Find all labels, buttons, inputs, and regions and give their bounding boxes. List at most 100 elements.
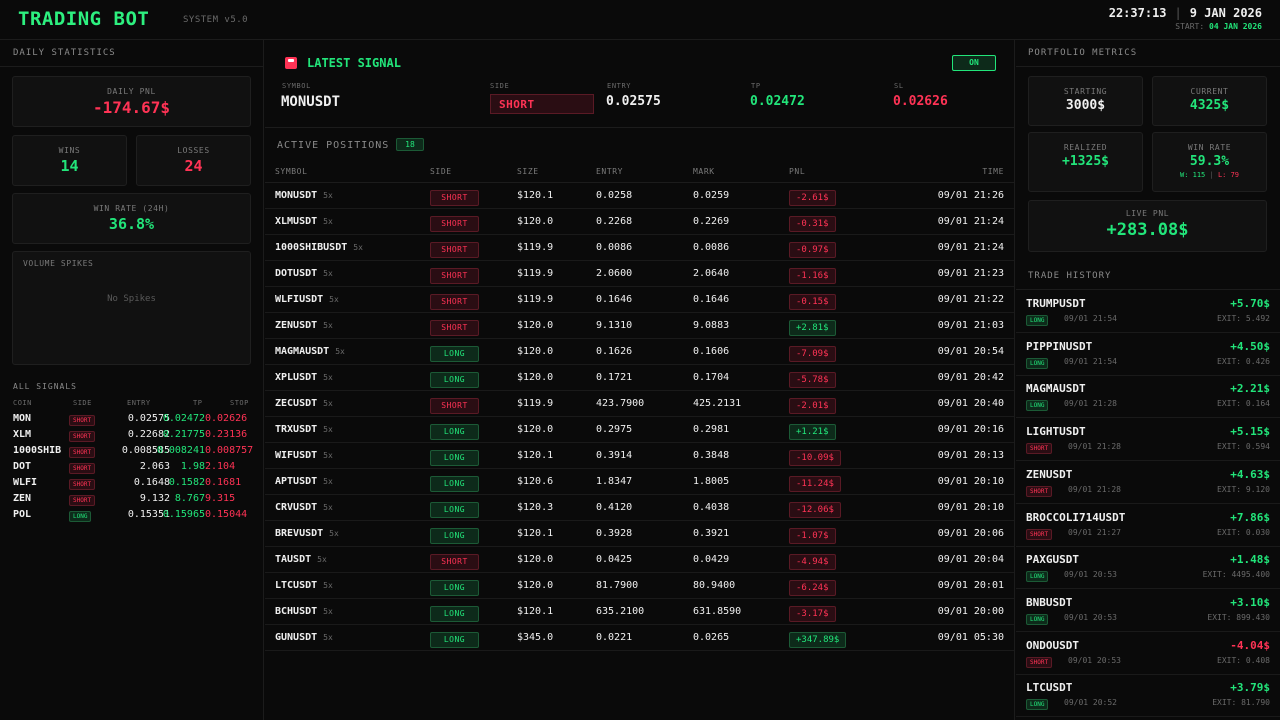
position-entry: 0.0221 xyxy=(596,632,633,643)
position-row[interactable]: XLMUSDT 5x SHORT $120.0 0.2268 0.2269 -0.31$ 09… xyxy=(265,209,1014,235)
position-symbol-text: WIFUSDT xyxy=(275,450,318,461)
trade-symbol: ZENUSDT xyxy=(1026,467,1073,481)
signal-row[interactable]: MON SHORT 0.02575 0.02472 0.02626 xyxy=(13,413,253,429)
position-time: 09/01 21:24 xyxy=(937,216,1004,227)
position-time: 09/01 05:30 xyxy=(937,632,1004,643)
signal-entry: 0.1648 xyxy=(133,477,170,488)
trade-history-row[interactable]: ONDOUSDT -4.04$ SHORT 09/01 20:53 EXIT: 0.40… xyxy=(1016,632,1280,675)
active-positions-title: ACTIVE POSITIONS xyxy=(277,140,390,151)
position-size: $120.0 xyxy=(517,554,554,565)
signal-side-badge: SHORT xyxy=(69,447,96,458)
position-row[interactable]: ZENUSDT 5x SHORT $120.0 9.1310 9.0883 +2.81$ 09… xyxy=(265,313,1014,339)
trade-history-row[interactable]: PIPPINUSDT +4.50$ LONG 09/01 21:54 EXIT: 0.4… xyxy=(1016,333,1280,376)
position-entry: 0.1721 xyxy=(596,372,633,383)
position-row[interactable]: XPLUSDT 5x LONG $120.0 0.1721 0.1704 -5.78$ 09/… xyxy=(265,365,1014,391)
position-mark: 0.4038 xyxy=(693,502,730,513)
position-leverage: 5x xyxy=(323,503,333,512)
position-entry: 0.0258 xyxy=(596,190,633,201)
latest-sl: 0.02626 xyxy=(893,94,948,109)
position-mark: 9.0883 xyxy=(693,320,730,331)
position-symbol: BCHUSDT 5x xyxy=(275,606,333,617)
trade-pnl: +4.63$ xyxy=(1230,467,1270,481)
signal-toggle[interactable]: ON xyxy=(952,55,996,71)
position-row[interactable]: BCHUSDT 5x LONG $120.1 635.2100 631.8590 -3.17… xyxy=(265,599,1014,625)
daily-pnl-card: DAILY PNL -174.67$ xyxy=(12,76,251,127)
position-row[interactable]: LTCUSDT 5x LONG $120.0 81.7900 80.9400 -6.24$ 0… xyxy=(265,573,1014,599)
position-symbol-text: ZECUSDT xyxy=(275,398,318,409)
divider xyxy=(0,66,263,67)
position-leverage: 5x xyxy=(335,347,345,356)
current-time: 22:37:13 xyxy=(1108,6,1167,20)
position-row[interactable]: WIFUSDT 5x LONG $120.1 0.3914 0.3848 -10.09$ 09… xyxy=(265,443,1014,469)
signal-row[interactable]: DOT SHORT 2.063 1.98 2.104 xyxy=(13,461,253,477)
position-row[interactable]: 1000SHIBUSDT 5x SHORT $119.9 0.0086 0.0086 -0.… xyxy=(265,235,1014,261)
signal-tp: 0.008241 xyxy=(156,445,205,456)
trade-history-row[interactable]: TRUMPUSDT +5.70$ LONG 09/01 21:54 EXIT: 5.49… xyxy=(1016,290,1280,333)
trade-history-row[interactable]: LIGHTUSDT +5.15$ SHORT 09/01 21:28 EXIT: 0.5… xyxy=(1016,418,1280,462)
wins-losses-count: W: 115 | L: 79 xyxy=(1153,171,1266,179)
position-row[interactable]: GUNUSDT 5x LONG $345.0 0.0221 0.0265 +347.89$ 0… xyxy=(265,625,1014,651)
position-time: 09/01 21:23 xyxy=(937,268,1004,279)
position-row[interactable]: BREVUSDT 5x LONG $120.1 0.3928 0.3921 -1.07$ 09… xyxy=(265,521,1014,547)
position-mark: 0.1606 xyxy=(693,346,730,357)
trade-history-row[interactable]: BROCCOLI714USDT +7.86$ SHORT 09/01 21:27 EXI… xyxy=(1016,504,1280,547)
position-side-badge: LONG xyxy=(430,606,479,622)
col-entry: ENTRY xyxy=(596,167,624,176)
signals-col-tp: TP xyxy=(193,399,203,407)
trade-history-row[interactable]: MAGMAUSDT +2.21$ LONG 09/01 21:28 EXIT: 0.16… xyxy=(1016,375,1280,419)
signal-row[interactable]: 1000SHIB SHORT 0.008585 0.008241 0.008757 xyxy=(13,445,253,461)
trade-history-row[interactable]: ZENUSDT +4.63$ SHORT 09/01 21:28 EXIT: 9.120 xyxy=(1016,461,1280,504)
position-leverage: 5x xyxy=(329,529,339,538)
trade-time: 09/01 20:52 xyxy=(1064,698,1117,708)
signal-row[interactable]: ZEN SHORT 9.132 8.767 9.315 xyxy=(13,493,253,509)
signal-row[interactable]: XLM SHORT 0.22682 0.21775 0.23136 xyxy=(13,429,253,445)
trade-time: 09/01 21:28 xyxy=(1068,484,1121,494)
position-row[interactable]: TRXUSDT 5x LONG $120.0 0.2975 0.2981 +1.21$ 09/… xyxy=(265,417,1014,443)
trade-exit-price: EXIT: 0.408 xyxy=(1217,655,1270,665)
signal-tp: 0.02472 xyxy=(162,413,205,424)
trade-side-badge: SHORT xyxy=(1026,656,1053,668)
trade-history-row[interactable]: BNBUSDT +3.10$ LONG 09/01 20:53 EXIT: 899.43… xyxy=(1016,589,1280,632)
signals-col-coin: COIN xyxy=(13,399,32,407)
position-pnl-badge: -2.01$ xyxy=(789,398,836,414)
position-row[interactable]: MONUSDT 5x SHORT $120.1 0.0258 0.0259 -2.61$ 09… xyxy=(265,183,1014,209)
position-side-badge: LONG xyxy=(430,346,479,362)
position-row[interactable]: DOTUSDT 5x SHORT $119.9 2.0600 2.0640 -1.16$ 09… xyxy=(265,261,1014,287)
position-entry: 0.1646 xyxy=(596,294,633,305)
signal-row[interactable]: POL LONG 0.15351 0.15965 0.15044 xyxy=(13,509,253,525)
position-pnl-badge: -0.97$ xyxy=(789,242,836,258)
position-row[interactable]: TAUSDT 5x SHORT $120.0 0.0425 0.0429 -4.94$ 09/… xyxy=(265,547,1014,573)
col-symbol: SYMBOL xyxy=(275,167,308,176)
latest-signal-panel: LATEST SIGNAL ON SYMBOL MONUSDT SIDE SHO… xyxy=(265,40,1014,128)
position-row[interactable]: APTUSDT 5x LONG $120.6 1.8347 1.8005 -11.24$ 09… xyxy=(265,469,1014,495)
position-row[interactable]: MAGMAUSDT 5x LONG $120.0 0.1626 0.1606 -7.09$ 0… xyxy=(265,339,1014,365)
position-row[interactable]: CRVUSDT 5x LONG $120.3 0.4120 0.4038 -12.06$ 09… xyxy=(265,495,1014,521)
position-row[interactable]: WLFIUSDT 5x SHORT $119.9 0.1646 0.1646 -0.15$ 0… xyxy=(265,287,1014,313)
position-leverage: 5x xyxy=(323,633,333,642)
position-symbol: GUNUSDT 5x xyxy=(275,632,333,643)
trade-history-row[interactable]: PAXGUSDT +1.48$ LONG 09/01 20:53 EXIT: 4495.… xyxy=(1016,546,1280,590)
portfolio-winrate-card: WIN RATE 59.3% W: 115 | L: 79 xyxy=(1152,132,1267,192)
trade-exit-price: EXIT: 81.790 xyxy=(1212,698,1270,708)
signal-side-badge: SHORT xyxy=(69,495,96,506)
position-symbol-text: 1000SHIBUSDT xyxy=(275,242,348,253)
position-symbol-text: LTCUSDT xyxy=(275,580,318,591)
divider xyxy=(1016,66,1280,67)
position-mark: 0.2981 xyxy=(693,424,730,435)
signal-row[interactable]: WLFI SHORT 0.1648 0.1582 0.1681 xyxy=(13,477,253,493)
win-rate-card: WIN RATE (24H) 36.8% xyxy=(12,193,251,244)
signal-side-badge: SHORT xyxy=(69,479,96,490)
trade-history-row[interactable]: LTCUSDT +3.79$ LONG 09/01 20:52 EXIT: 81.790 xyxy=(1016,674,1280,718)
position-pnl-badge: -7.09$ xyxy=(789,346,836,362)
starting-card: STARTING 3000$ xyxy=(1028,76,1143,126)
total-wins: W: 115 xyxy=(1179,171,1206,179)
position-symbol: TRXUSDT 5x xyxy=(275,424,333,435)
position-time: 09/01 21:26 xyxy=(937,190,1004,201)
position-mark: 0.0259 xyxy=(693,190,730,201)
signal-stop: 0.02626 xyxy=(205,413,248,424)
position-side-badge: SHORT xyxy=(430,398,479,414)
trade-exit-price: EXIT: 0.030 xyxy=(1217,527,1270,537)
no-spikes-text: No Spikes xyxy=(107,294,156,304)
position-row[interactable]: ZECUSDT 5x SHORT $119.9 423.7900 425.2131 -2.0… xyxy=(265,391,1014,417)
live-pnl-value: +283.08$ xyxy=(1106,220,1189,240)
